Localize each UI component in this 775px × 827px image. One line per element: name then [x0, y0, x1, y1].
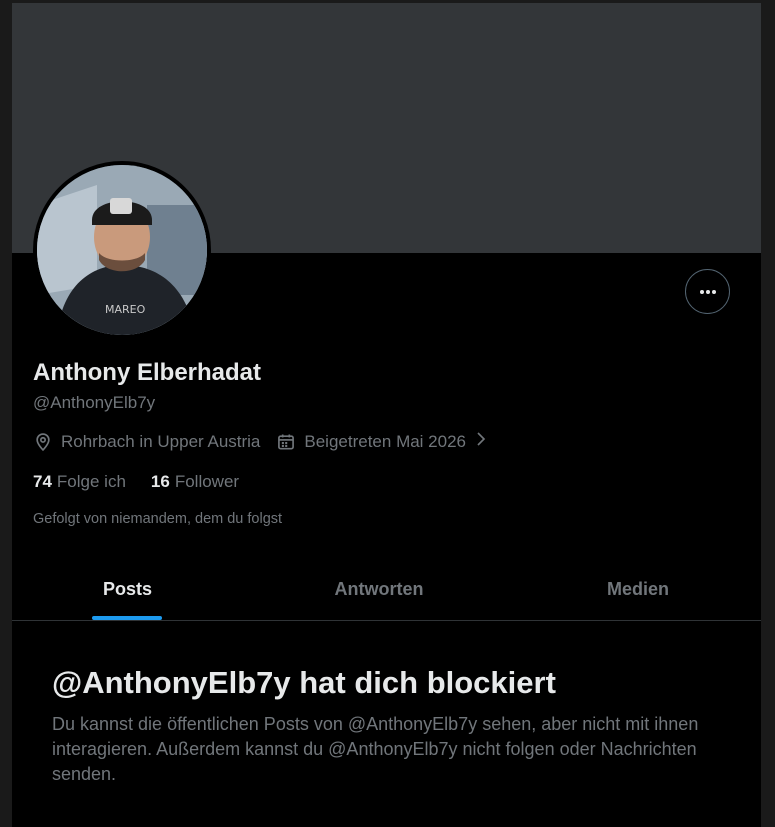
join-date[interactable]: Beigetreten Mai 2026 — [276, 430, 490, 453]
chevron-right-icon — [472, 430, 490, 453]
tab-media[interactable]: Medien — [515, 558, 761, 620]
avatar-photo: MAREO — [37, 165, 207, 335]
following-link[interactable]: 74 Folge ich — [33, 472, 126, 492]
location-text: Rohrbach in Upper Austria — [61, 431, 261, 451]
profile-tabs: Posts Antworten Medien — [12, 558, 761, 621]
profile-meta: Rohrbach in Upper Austria Beigetreten Ma… — [33, 430, 490, 453]
more-options-button[interactable] — [685, 269, 730, 314]
location: Rohrbach in Upper Austria — [33, 432, 260, 452]
location-pin-icon — [36, 432, 50, 451]
followers-label: Follower — [174, 472, 240, 491]
followers-count: 16 — [150, 472, 170, 491]
tab-posts[interactable]: Posts — [12, 558, 243, 620]
following-count: 74 — [33, 472, 52, 491]
tab-replies[interactable]: Antworten — [243, 558, 515, 620]
followers-link[interactable]: 16 Follower — [151, 472, 239, 492]
active-tab-indicator — [92, 616, 162, 620]
svg-text:MAREO: MAREO — [105, 303, 146, 316]
profile-handle: @AnthonyElb7y — [33, 393, 156, 412]
tab-posts-label: Posts — [102, 578, 153, 599]
profile-name: Anthony Elberhadat — [33, 359, 262, 386]
profile-page: MAREO Anthony Elberhadat @AnthonyElb7y R… — [12, 3, 761, 827]
follow-stats: 74 Folge ich 16 Follower — [33, 472, 264, 492]
join-date-text: Beigetreten Mai 2026 — [304, 431, 466, 451]
more-horizontal-icon — [699, 289, 716, 294]
blocked-message: Du kannst die öffentlichen Posts von @An… — [52, 714, 699, 784]
following-label: Folge ich — [56, 472, 126, 491]
calendar-icon — [278, 434, 295, 449]
avatar[interactable]: MAREO — [33, 161, 211, 339]
followed-by-text: Gefolgt von niemandem, dem du folgst — [33, 511, 283, 527]
blocked-title: @AnthonyElb7y hat dich blockiert — [52, 665, 556, 700]
tab-replies-label: Antworten — [334, 578, 424, 599]
tab-media-label: Medien — [606, 578, 669, 599]
